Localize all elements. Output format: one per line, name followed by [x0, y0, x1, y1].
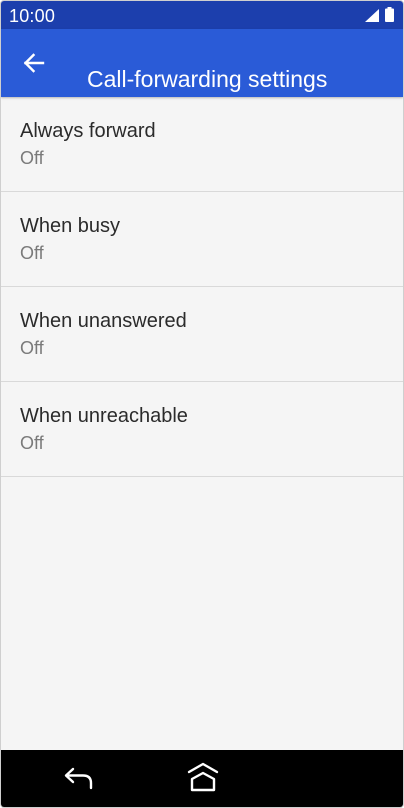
signal-icon [365, 9, 379, 22]
setting-when-unreachable[interactable]: When unreachable Off [1, 382, 403, 477]
phone-screen: 10:00 Call-forwarding settings Always fo… [0, 0, 404, 808]
battery-icon [385, 7, 394, 22]
settings-list: Always forward Off When busy Off When un… [1, 97, 403, 477]
setting-title: When unreachable [20, 405, 188, 427]
back-button[interactable] [15, 45, 53, 81]
setting-title: When unanswered [20, 310, 187, 332]
home-icon [183, 760, 223, 798]
app-bar: Call-forwarding settings [1, 29, 403, 97]
status-time: 10:00 [9, 6, 56, 26]
setting-title: Always forward [20, 120, 156, 142]
navigation-bar [1, 750, 403, 807]
nav-back-button[interactable] [59, 762, 99, 796]
status-bar: 10:00 [1, 1, 403, 29]
nav-home-button[interactable] [183, 760, 223, 798]
setting-summary: Off [20, 433, 44, 453]
page-title: Call-forwarding settings [87, 66, 328, 93]
back-icon [59, 762, 99, 796]
status-icons [365, 7, 394, 22]
setting-title: When busy [20, 215, 121, 237]
setting-when-unanswered[interactable]: When unanswered Off [1, 287, 403, 382]
setting-summary: Off [20, 338, 44, 358]
setting-summary: Off [20, 148, 44, 168]
setting-always-forward[interactable]: Always forward Off [1, 97, 403, 192]
setting-when-busy[interactable]: When busy Off [1, 192, 403, 287]
arrow-left-icon [23, 52, 45, 74]
setting-summary: Off [20, 243, 44, 263]
